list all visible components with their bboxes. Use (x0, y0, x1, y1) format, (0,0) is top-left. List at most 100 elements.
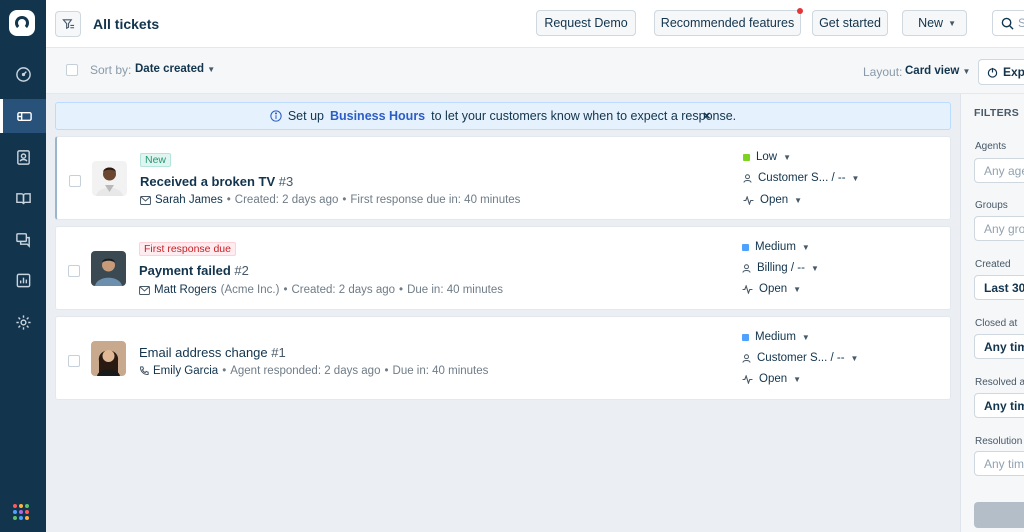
contacts-nav-icon[interactable] (0, 140, 46, 174)
app-logo-icon[interactable] (9, 10, 35, 36)
forums-nav-icon[interactable] (0, 222, 46, 256)
business-hours-link[interactable]: Business Hours (330, 109, 425, 123)
group-value: Customer S... / -- (757, 352, 845, 364)
closed-filter-select[interactable]: Any tim (974, 334, 1024, 359)
created-time: Created: 2 days ago (291, 284, 396, 296)
top-header-bar: All tickets Request Demo Recommended fea… (46, 0, 1024, 48)
new-dropdown-button[interactable]: New ▼ (902, 10, 967, 36)
search-input[interactable]: S (992, 10, 1024, 36)
request-demo-button[interactable]: Request Demo (536, 10, 636, 36)
ticket-checkbox[interactable] (68, 265, 80, 277)
activity-icon (742, 284, 753, 294)
agent-responded-time: Agent responded: 2 days ago (230, 365, 381, 377)
apply-filters-button[interactable] (974, 502, 1024, 528)
group-value: Billing / -- (757, 262, 805, 274)
chevron-down-icon: ▼ (793, 374, 802, 384)
chevron-down-icon: ▼ (851, 173, 860, 183)
layout-value: Card view (905, 65, 960, 77)
activity-icon (742, 374, 753, 384)
contact-company: (Acme Inc.) (220, 284, 280, 296)
groups-filter-label: Groups (975, 200, 1008, 211)
new-button-label: New (918, 16, 944, 30)
ticket-meta: Sarah James • Created: 2 days ago • Firs… (140, 194, 520, 206)
dashboard-nav-icon[interactable] (0, 57, 46, 91)
resolution-filter-label: Resolution d (975, 436, 1024, 447)
resolved-filter-label: Resolved at (975, 377, 1024, 388)
ticket-checkbox[interactable] (68, 355, 80, 367)
page-title: All tickets (93, 16, 160, 32)
analytics-nav-icon[interactable] (0, 263, 46, 297)
list-toolbar: Sort by: Date created ▼ Layout: Card vie… (46, 48, 1024, 94)
avatar (91, 251, 126, 286)
group-value: Customer S... / -- (758, 172, 846, 184)
status-dropdown[interactable]: Open ▼ (743, 194, 802, 206)
ticket-number: #1 (271, 345, 286, 360)
group-dropdown[interactable]: Customer S... / -- ▼ (743, 172, 859, 184)
export-button[interactable]: Expo (978, 59, 1024, 85)
ticket-card[interactable]: New Received a broken TV #3 Sarah James … (55, 136, 951, 220)
chevron-down-icon: ▼ (810, 263, 819, 273)
created-filter-select[interactable]: Last 30 d (974, 275, 1024, 300)
sort-by-dropdown[interactable]: Date created ▼ (135, 63, 215, 75)
ticket-checkbox[interactable] (69, 175, 81, 187)
app-switcher-icon[interactable] (13, 504, 29, 520)
priority-dropdown[interactable]: Low ▼ (743, 151, 791, 163)
ticket-number: #2 (234, 263, 249, 278)
priority-indicator (742, 243, 749, 251)
created-time: Created: 2 days ago (234, 194, 339, 206)
contact-name[interactable]: Emily Garcia (153, 365, 218, 377)
user-icon (742, 263, 751, 273)
export-label: Expo (1003, 65, 1024, 79)
ticket-subject-text: Payment failed (139, 263, 231, 278)
ticket-card[interactable]: Email address change #1 Emily Garcia • A… (55, 316, 951, 400)
admin-settings-nav-icon[interactable] (0, 305, 46, 339)
priority-dropdown[interactable]: Medium ▼ (742, 331, 810, 343)
sort-by-value: Date created (135, 63, 205, 75)
contact-name[interactable]: Matt Rogers (154, 284, 217, 296)
status-dropdown[interactable]: Open ▼ (742, 283, 801, 295)
agents-filter-input[interactable]: Any age (974, 158, 1024, 183)
contact-name[interactable]: Sarah James (155, 194, 223, 206)
status-value: Open (759, 283, 788, 295)
ticket-card[interactable]: First response due Payment failed #2 Mat… (55, 226, 951, 310)
banner-close-button[interactable]: × (703, 108, 711, 123)
ticket-subject[interactable]: Email address change #1 (139, 345, 286, 360)
layout-dropdown[interactable]: Card view ▼ (905, 65, 970, 77)
knowledge-base-nav-icon[interactable] (0, 181, 46, 215)
group-dropdown[interactable]: Customer S... / -- ▼ (742, 352, 858, 364)
get-started-button[interactable]: Get started (812, 10, 888, 36)
resolution-filter-select[interactable]: Any time (974, 451, 1024, 476)
filter-toggle-button[interactable] (55, 11, 81, 37)
filters-title: FILTERS (974, 107, 1020, 119)
ticket-subject[interactable]: Received a broken TV #3 (140, 174, 293, 189)
priority-dropdown[interactable]: Medium ▼ (742, 241, 810, 253)
select-all-checkbox[interactable] (66, 64, 78, 76)
ticket-number: #3 (278, 174, 294, 189)
due-time: Due in: 40 minutes (407, 284, 503, 296)
resolved-filter-select[interactable]: Any tim (974, 393, 1024, 418)
info-icon (270, 110, 282, 122)
status-dropdown[interactable]: Open ▼ (742, 373, 801, 385)
priority-indicator (743, 153, 750, 161)
user-icon (742, 353, 751, 363)
ticket-subject-text: Received a broken TV (140, 174, 276, 189)
ticket-subject[interactable]: Payment failed #2 (139, 263, 249, 278)
banner-text-pre: Set up (287, 109, 324, 123)
group-dropdown[interactable]: Billing / -- ▼ (742, 262, 819, 274)
filters-panel: FILTERS Agents Any age Groups Any grou C… (960, 94, 1024, 532)
closed-filter-label: Closed at (975, 318, 1018, 329)
chevron-down-icon: ▼ (948, 18, 956, 28)
status-value: Open (760, 194, 789, 206)
created-filter-label: Created (975, 259, 1011, 270)
groups-filter-input[interactable]: Any grou (974, 216, 1024, 241)
banner-text-post: to let your customers know when to expec… (431, 109, 737, 123)
recommended-features-label: Recommended features (660, 16, 795, 30)
recommended-features-button[interactable]: Recommended features (654, 8, 803, 36)
due-time: Due in: 40 minutes (392, 365, 489, 377)
tickets-nav-icon[interactable] (0, 99, 46, 133)
chevron-down-icon: ▼ (801, 332, 810, 342)
priority-value: Low (756, 151, 778, 163)
priority-indicator (742, 333, 749, 341)
email-icon (139, 285, 150, 295)
due-time: First response due in: 40 minutes (350, 194, 521, 206)
